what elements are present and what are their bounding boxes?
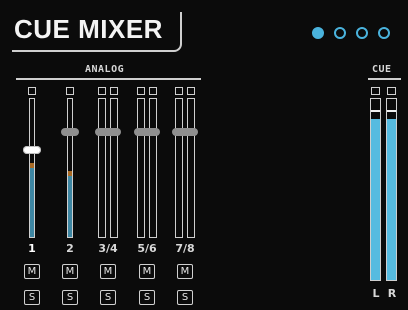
- page-dot-2[interactable]: [334, 27, 346, 39]
- mute-button[interactable]: M: [24, 264, 40, 279]
- channel-level-meter: [67, 98, 73, 238]
- channel-level-meter: [187, 98, 195, 238]
- cue-meter-peak: [387, 109, 396, 112]
- mute-button[interactable]: M: [177, 264, 193, 279]
- mute-button[interactable]: M: [100, 264, 116, 279]
- page-indicator: [312, 26, 390, 40]
- channel-label: 3/4: [98, 242, 118, 255]
- cue-meter-peak: [371, 109, 380, 112]
- mute-button[interactable]: M: [139, 264, 155, 279]
- channel-clip-indicator: [66, 87, 74, 95]
- channel-clip-indicator: [187, 87, 195, 95]
- cue-channel-label: L: [372, 287, 380, 300]
- channel-clip-indicator: [149, 87, 157, 95]
- page-dot-4[interactable]: [378, 27, 390, 39]
- channel-level-meter: [98, 98, 106, 238]
- analog-section-divider: [16, 78, 201, 80]
- page-title: CUE MIXER: [14, 14, 163, 44]
- page-dot-1[interactable]: [312, 27, 324, 39]
- meter-fill: [68, 175, 72, 237]
- channel-fader[interactable]: [23, 145, 41, 154]
- channel-fader[interactable]: [134, 127, 160, 136]
- channel-clip-indicator: [175, 87, 183, 95]
- meter-fill: [30, 167, 34, 237]
- meter-peak-hold: [30, 163, 34, 168]
- meter-peak-hold: [68, 171, 72, 177]
- solo-button[interactable]: S: [100, 290, 116, 305]
- channel-clip-indicator: [137, 87, 145, 95]
- channel-level-meter: [175, 98, 183, 238]
- channel-fader[interactable]: [95, 127, 121, 136]
- cue-section-divider: [368, 78, 401, 80]
- cue-level-meter: [370, 98, 381, 281]
- channel-level-meter: [137, 98, 145, 238]
- cue-clip-indicator: [371, 87, 380, 95]
- solo-button[interactable]: S: [62, 290, 78, 305]
- channel-label: 2: [66, 242, 74, 255]
- cue-channel-label: R: [387, 287, 397, 300]
- cue-meter-fill: [387, 118, 396, 280]
- channel-fader[interactable]: [172, 127, 198, 136]
- mute-button[interactable]: M: [62, 264, 78, 279]
- analog-section-label: ANALOG: [85, 64, 125, 75]
- cue-clip-indicator: [387, 87, 396, 95]
- channel-label: 7/8: [175, 242, 195, 255]
- cue-meter-fill: [371, 118, 380, 280]
- channel-clip-indicator: [98, 87, 106, 95]
- solo-button[interactable]: S: [24, 290, 40, 305]
- solo-button[interactable]: S: [177, 290, 193, 305]
- channel-fader[interactable]: [61, 127, 79, 136]
- channel-level-meter: [110, 98, 118, 238]
- channel-level-meter: [149, 98, 157, 238]
- cue-section-label: CUE: [372, 64, 392, 75]
- solo-button[interactable]: S: [139, 290, 155, 305]
- channel-clip-indicator: [110, 87, 118, 95]
- channel-clip-indicator: [28, 87, 36, 95]
- channel-label: 1: [28, 242, 36, 255]
- page-dot-3[interactable]: [356, 27, 368, 39]
- channel-level-meter: [29, 98, 35, 238]
- cue-level-meter: [386, 98, 397, 281]
- channel-label: 5/6: [137, 242, 157, 255]
